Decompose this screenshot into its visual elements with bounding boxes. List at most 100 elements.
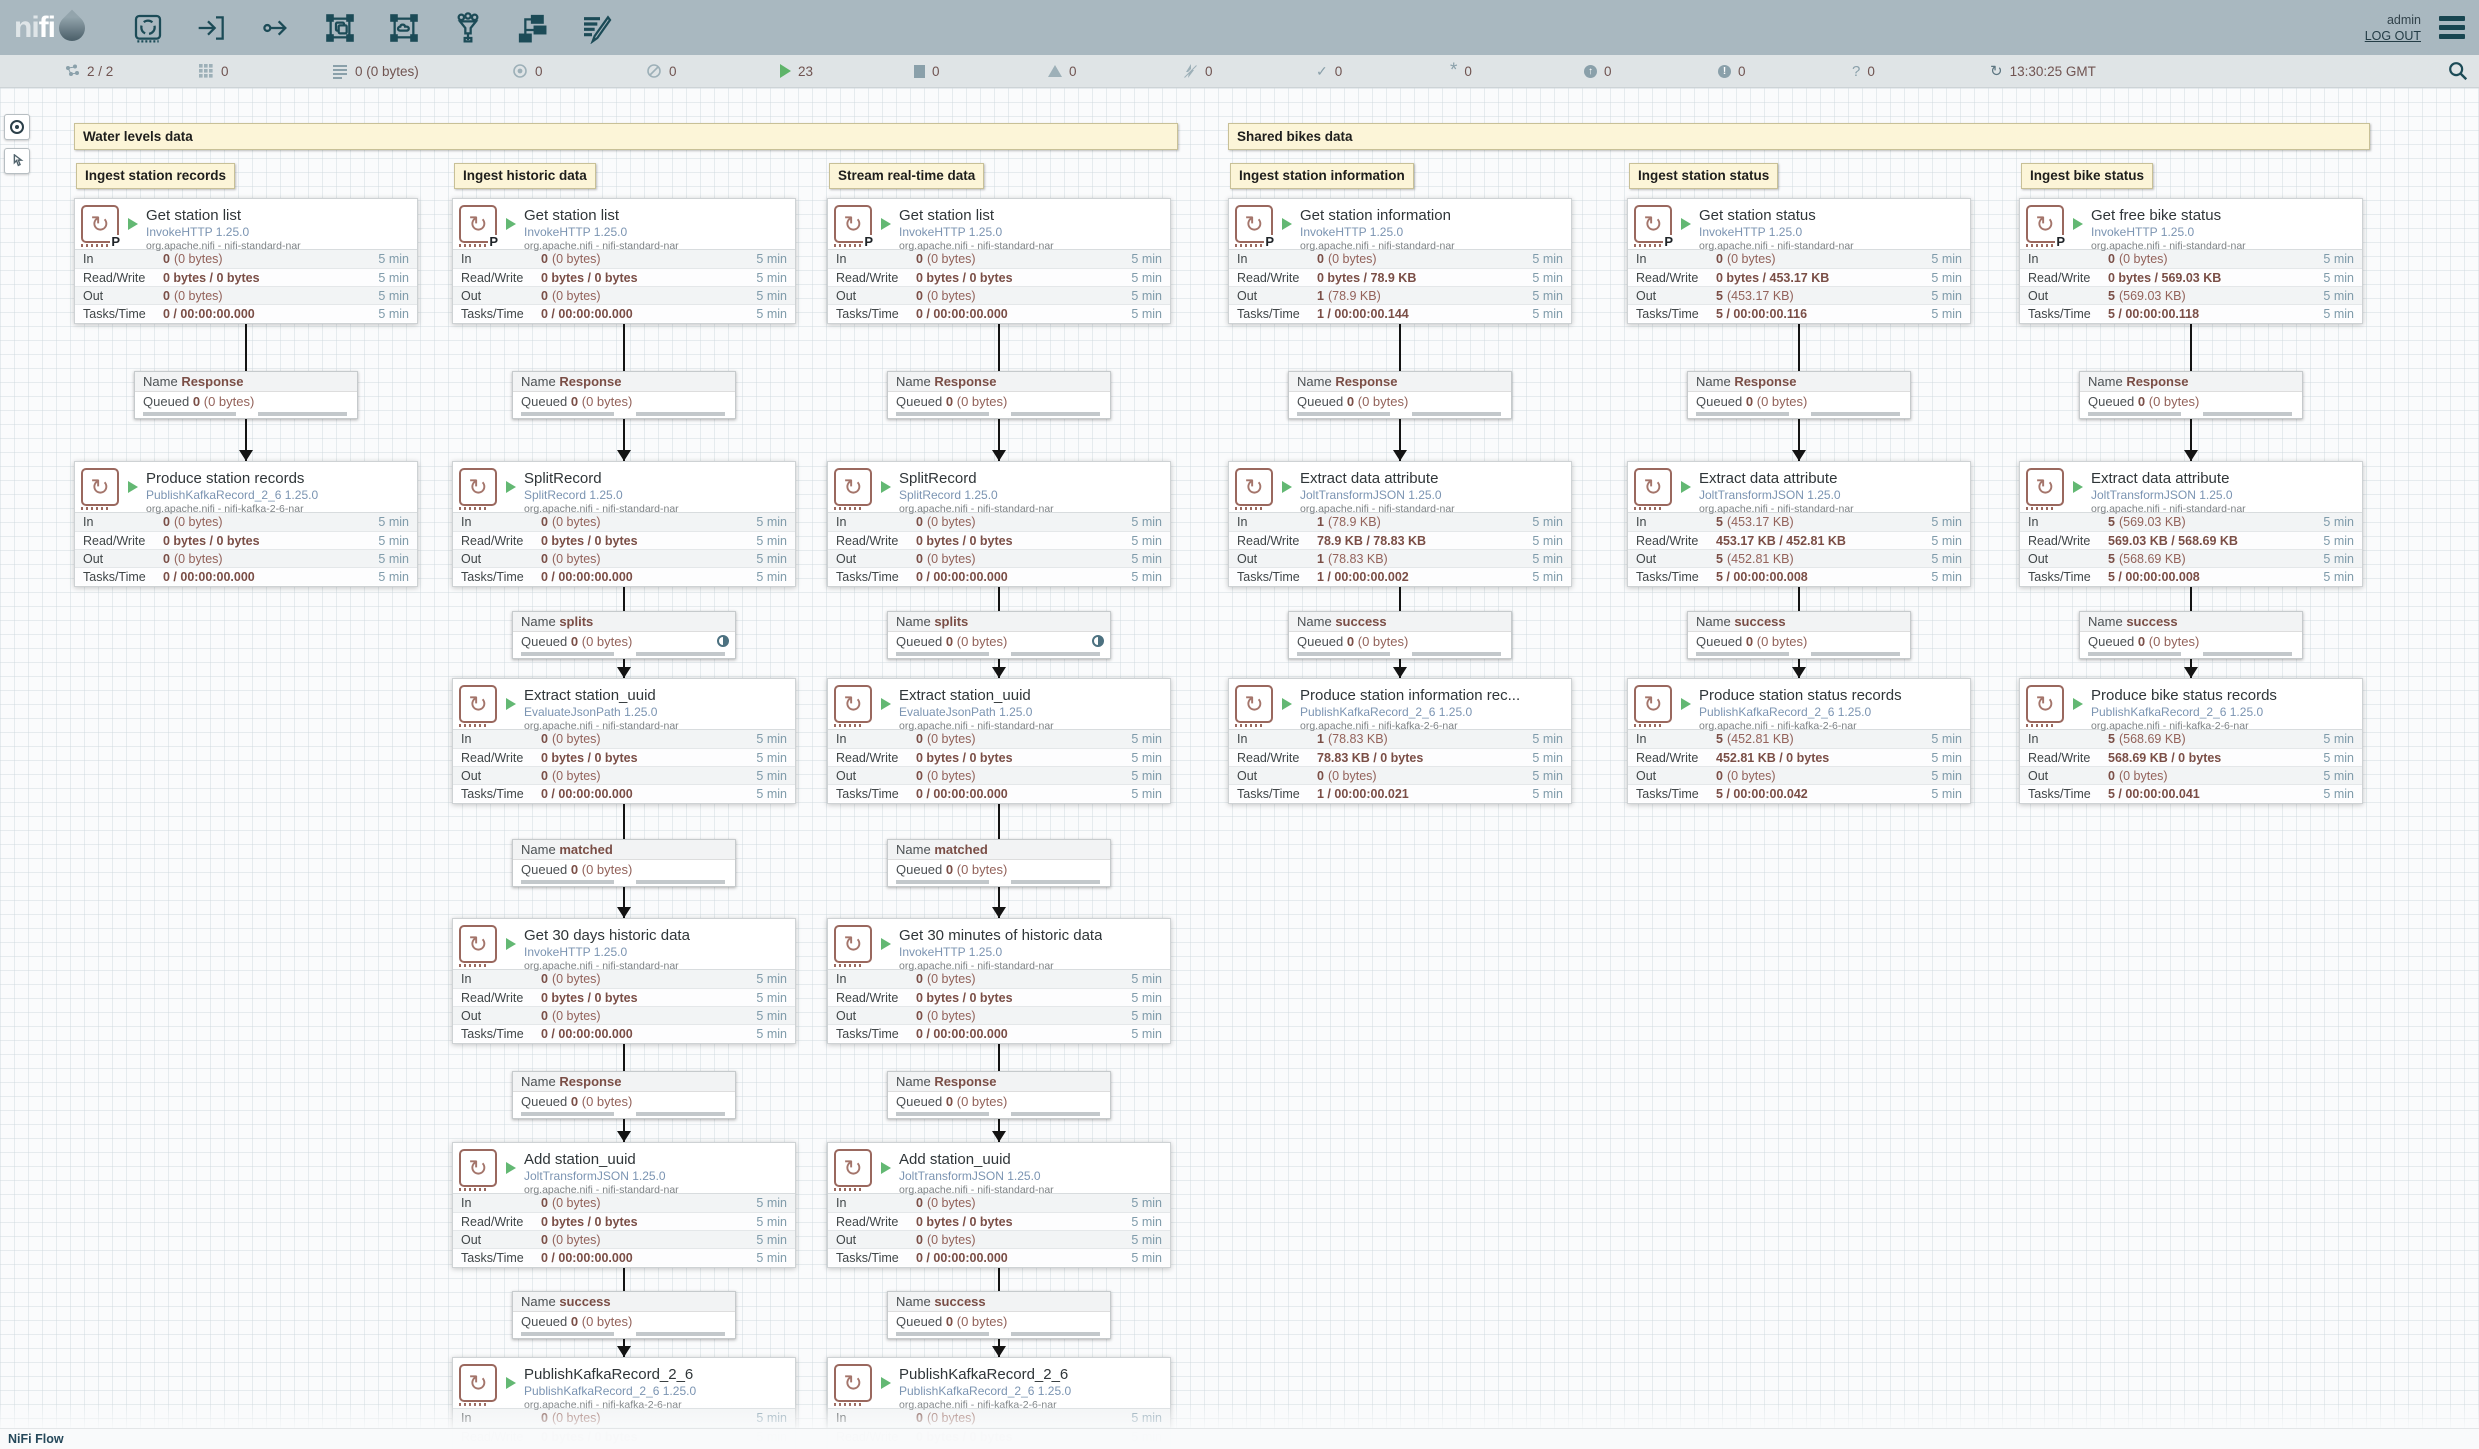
logout-link[interactable]: LOG OUT (2365, 28, 2421, 44)
global-menu-icon[interactable] (2439, 16, 2465, 39)
connection-label[interactable]: Name success Queued 0 (0 bytes) (2079, 611, 2303, 659)
remote-process-group-icon[interactable] (387, 11, 421, 45)
processor-node[interactable]: ↻ Extract data attribute JoltTransformJS… (1627, 461, 1971, 587)
processor-stat-row: Read/Write 0 bytes / 0 bytes 5 min (453, 1212, 795, 1230)
connection-label[interactable]: Name success Queued 0 (0 bytes) (1687, 611, 1911, 659)
connection-arrowhead-icon (617, 1346, 631, 1357)
connection-label[interactable]: Name Response Queued 0 (0 bytes) (887, 371, 1111, 419)
flow-section-label[interactable]: Ingest historic data (454, 163, 596, 189)
processor-type-icon: ↻ (834, 1149, 872, 1187)
processor-node[interactable]: ↻ Get 30 minutes of historic data Invoke… (827, 918, 1171, 1044)
label-icon[interactable] (579, 11, 613, 45)
processor-stat-row: Tasks/Time 1 / 00:00:00.002 5 min (1229, 567, 1571, 585)
output-port-icon[interactable] (259, 11, 293, 45)
nifi-droplet-icon (54, 9, 91, 46)
processor-node[interactable]: ↻ Extract station_uuid EvaluateJsonPath … (827, 678, 1171, 804)
queued-size: (0 bytes) (582, 1094, 633, 1109)
queue-percent-bars (1688, 652, 1910, 658)
flow-canvas[interactable]: Name Response Queued 0 (0 bytes) Name Re… (0, 88, 2479, 1449)
processor-node[interactable]: ↻ Produce station records PublishKafkaRe… (74, 461, 418, 587)
queue-percent-bars (135, 412, 357, 418)
processor-node[interactable]: ↻ Produce bike status records PublishKaf… (2019, 678, 2363, 804)
processor-name: Produce station information rec... (1300, 687, 1520, 704)
connection-label[interactable]: Name Response Queued 0 (0 bytes) (887, 1071, 1111, 1119)
connection-arrowhead-icon (992, 1131, 1006, 1142)
flow-section-label[interactable]: Stream real-time data (829, 163, 984, 189)
processor-node[interactable]: ↻ SplitRecord SplitRecord 1.25.0 org.apa… (452, 461, 796, 587)
processor-icon[interactable] (131, 11, 165, 45)
processor-type: InvokeHTTP 1.25.0 (524, 945, 690, 959)
processor-node[interactable]: ↻ Extract data attribute JoltTransformJS… (1228, 461, 1572, 587)
sync-failure-icon: ? (1852, 64, 1860, 79)
processor-node[interactable]: ↻P Get station information InvokeHTTP 1.… (1228, 198, 1572, 324)
template-icon[interactable] (515, 11, 549, 45)
processor-node[interactable]: ↻ Get 30 days historic data InvokeHTTP 1… (452, 918, 796, 1044)
queued-count: 0 (2138, 394, 2145, 409)
processor-stat-row: Read/Write 0 bytes / 569.03 KB 5 min (2020, 268, 2362, 286)
group-label[interactable]: Shared bikes data (1228, 123, 2370, 150)
processor-node[interactable]: ↻P Get station status InvokeHTTP 1.25.0 … (1627, 198, 1971, 324)
processor-stat-row: Tasks/Time 1 / 00:00:00.021 5 min (1229, 784, 1571, 802)
processor-bundle: org.apache.nifi - nifi-standard-nar (899, 240, 1054, 252)
flow-section-label[interactable]: Ingest station information (1230, 163, 1414, 189)
connection-label[interactable]: Name Response Queued 0 (0 bytes) (1288, 371, 1512, 419)
search-icon[interactable] (2447, 60, 2469, 82)
processor-type: PublishKafkaRecord_2_6 1.25.0 (146, 488, 318, 502)
processor-stat-row: Read/Write 0 bytes / 0 bytes 5 min (453, 268, 795, 286)
relationship-name: splits (934, 614, 968, 629)
connection-label[interactable]: Name Response Queued 0 (0 bytes) (512, 1071, 736, 1119)
flow-section-label[interactable]: Ingest bike status (2021, 163, 2153, 189)
operate-palette-button[interactable] (4, 148, 30, 174)
processor-stat-row: Out 0 (0 bytes) 5 min (453, 1006, 795, 1024)
stopped-status: 0 (914, 64, 1048, 79)
process-group-icon[interactable] (323, 11, 357, 45)
processor-node[interactable]: ↻P Get station list InvokeHTTP 1.25.0 or… (74, 198, 418, 324)
group-label[interactable]: Water levels data (74, 123, 1178, 150)
connection-label[interactable]: Name Response Queued 0 (0 bytes) (134, 371, 358, 419)
processor-node[interactable]: ↻P Get station list InvokeHTTP 1.25.0 or… (452, 198, 796, 324)
connection-label[interactable]: Name success Queued 0 (0 bytes) (1288, 611, 1512, 659)
queued-count: 0 (946, 1094, 953, 1109)
processor-node[interactable]: ↻ SplitRecord SplitRecord 1.25.0 org.apa… (827, 461, 1171, 587)
running-state-icon (881, 698, 891, 710)
connection-label[interactable]: Name Response Queued 0 (0 bytes) (512, 371, 736, 419)
processor-type-icon: ↻P (1235, 205, 1273, 243)
processor-node[interactable]: ↻ Extract data attribute JoltTransformJS… (2019, 461, 2363, 587)
processor-node[interactable]: ↻ Produce station status records Publish… (1627, 678, 1971, 804)
connection-label[interactable]: Name splits Queued 0 (0 bytes) (887, 611, 1111, 659)
app-toolbar: nifi admin LOG OUT (0, 0, 2479, 55)
processor-node[interactable]: ↻ Extract station_uuid EvaluateJsonPath … (452, 678, 796, 804)
processor-type-icon: ↻P (834, 205, 872, 243)
connection-label[interactable]: Name Response Queued 0 (0 bytes) (1687, 371, 1911, 419)
processor-stat-row: Out 0 (0 bytes) 5 min (75, 549, 417, 567)
processor-name: Get station status (1699, 207, 1854, 224)
navigate-palette-button[interactable] (4, 114, 30, 140)
connection-label[interactable]: Name matched Queued 0 (0 bytes) (512, 839, 736, 887)
processor-node[interactable]: ↻P Get station list InvokeHTTP 1.25.0 or… (827, 198, 1171, 324)
processor-node[interactable]: ↻ Produce station information rec... Pub… (1228, 678, 1572, 804)
queued-count: 0 (946, 1314, 953, 1329)
processor-stat-row: In 5 (568.69 KB) 5 min (2020, 730, 2362, 748)
processor-node[interactable]: ↻P Get free bike status InvokeHTTP 1.25.… (2019, 198, 2363, 324)
processor-node[interactable]: ↻ Add station_uuid JoltTransformJSON 1.2… (827, 1142, 1171, 1268)
refresh-icon[interactable]: ↻ (1990, 62, 2003, 80)
logo-text-fi: fi (39, 11, 55, 45)
connection-label[interactable]: Name Response Queued 0 (0 bytes) (2079, 371, 2303, 419)
processor-stat-row: Tasks/Time 5 / 00:00:00.118 5 min (2020, 304, 2362, 322)
breadcrumb[interactable]: NiFi Flow (8, 1432, 64, 1446)
connection-label[interactable]: Name success Queued 0 (0 bytes) (887, 1291, 1111, 1339)
connection-arrowhead-icon (992, 667, 1006, 678)
funnel-icon[interactable] (451, 11, 485, 45)
connection-label[interactable]: Name matched Queued 0 (0 bytes) (887, 839, 1111, 887)
current-user: admin (2365, 12, 2421, 28)
processor-name: PublishKafkaRecord_2_6 (524, 1366, 696, 1383)
input-port-icon[interactable] (195, 11, 229, 45)
connection-label[interactable]: Name success Queued 0 (0 bytes) (512, 1291, 736, 1339)
processor-bundle: org.apache.nifi - nifi-kafka-2-6-nar (146, 503, 318, 515)
flow-section-label[interactable]: Ingest station status (1629, 163, 1778, 189)
flow-section-label[interactable]: Ingest station records (76, 163, 235, 189)
processor-node[interactable]: ↻ Add station_uuid JoltTransformJSON 1.2… (452, 1142, 796, 1268)
processor-stat-row: Read/Write 0 bytes / 0 bytes 5 min (453, 748, 795, 766)
connection-label[interactable]: Name splits Queued 0 (0 bytes) (512, 611, 736, 659)
not-transmitting-status: 0 (646, 63, 780, 79)
